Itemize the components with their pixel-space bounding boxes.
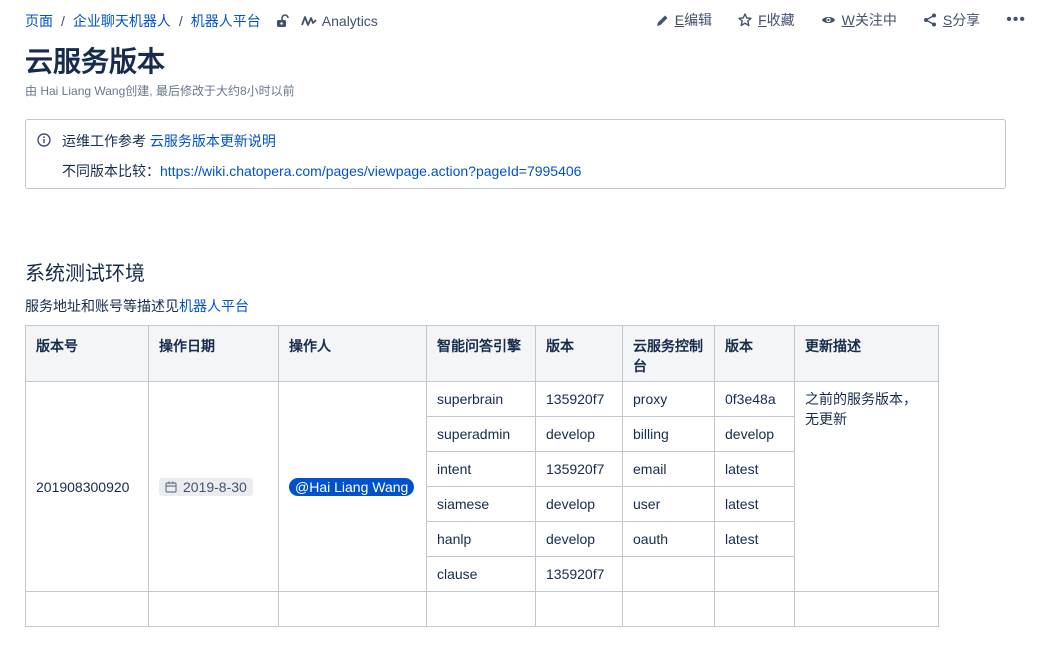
calendar-icon bbox=[165, 481, 177, 493]
console-cell: oauth bbox=[622, 521, 715, 557]
favourite-button[interactable]: F 收藏 bbox=[738, 10, 795, 30]
column-header: 智能问答引擎 bbox=[426, 325, 536, 382]
console-cell: billing bbox=[622, 416, 715, 452]
page-actions: E 编辑 F 收藏 W 关注中 S 分享 ••• bbox=[630, 10, 1026, 30]
engine-cell: clause bbox=[426, 556, 536, 592]
star-icon bbox=[738, 13, 752, 27]
empty-cell bbox=[25, 591, 149, 627]
engine-version-cell: 135920f7 bbox=[535, 451, 623, 487]
console-version-cell: latest bbox=[714, 521, 795, 557]
section-description-text: 服务地址和账号等描述见 bbox=[25, 298, 179, 314]
info-icon bbox=[37, 133, 51, 150]
console-version-cell: develop bbox=[714, 416, 795, 452]
section-heading: 系统测试环境 bbox=[25, 263, 145, 285]
column-header: 云服务控制台 bbox=[622, 325, 715, 382]
column-header: 操作人 bbox=[278, 325, 427, 382]
page-metadata: 由 Hai Liang Wang创建, 最后修改于大约8小时以前 bbox=[25, 84, 295, 98]
info-line-1: 运维工作参考 云服务版本更新说明 bbox=[62, 131, 276, 151]
info-line-2-text: 不同版本比较： bbox=[62, 163, 160, 179]
engine-version-cell: develop bbox=[535, 416, 623, 452]
engine-cell: superbrain bbox=[426, 381, 536, 417]
edit-button[interactable]: E 编辑 bbox=[656, 10, 712, 30]
user-mention[interactable]: @Hai Liang Wang bbox=[289, 477, 415, 496]
unlock-icon[interactable] bbox=[275, 14, 289, 28]
table-header-row: 版本号 操作日期 操作人 智能问答引擎 版本 云服务控制台 版本 更新描述 bbox=[25, 325, 939, 382]
engine-cell: intent bbox=[426, 451, 536, 487]
eye-icon bbox=[821, 17, 835, 23]
info-line-2: 不同版本比较：https://wiki.chatopera.com/pages/… bbox=[62, 161, 581, 181]
engine-version-cell: 135920f7 bbox=[535, 556, 623, 592]
favourite-label: 收藏 bbox=[766, 12, 795, 28]
date-cell: 2019-8-30 bbox=[148, 381, 279, 592]
analytics-link[interactable]: Analytics bbox=[300, 13, 378, 29]
top-bar: 页面 / 企业聊天机器人 / 机器人平台 Analytics E 编辑 F 收藏 W… bbox=[25, 10, 1026, 32]
robot-platform-link[interactable]: 机器人平台 bbox=[179, 298, 249, 314]
analytics-icon bbox=[300, 16, 317, 26]
share-label: 分享 bbox=[952, 12, 981, 28]
analytics-label: Analytics bbox=[321, 13, 378, 29]
share-icon bbox=[923, 13, 936, 27]
empty-cell bbox=[426, 591, 536, 627]
column-header: 版本号 bbox=[25, 325, 149, 382]
column-header: 操作日期 bbox=[148, 325, 279, 382]
empty-cell bbox=[278, 591, 427, 627]
edit-label: 编辑 bbox=[684, 12, 713, 28]
engine-version-cell: 135920f7 bbox=[535, 381, 623, 417]
console-version-cell: latest bbox=[714, 486, 795, 522]
info-line-1-text: 运维工作参考 bbox=[62, 133, 150, 149]
engine-cell: hanlp bbox=[426, 521, 536, 557]
share-shortcut: S bbox=[942, 12, 953, 28]
empty-cell bbox=[714, 591, 795, 627]
console-version-cell: latest bbox=[714, 451, 795, 487]
operator-cell: @Hai Liang Wang bbox=[278, 381, 427, 592]
page-title: 云服务版本 bbox=[25, 46, 166, 77]
watch-label: 关注中 bbox=[854, 12, 897, 28]
breadcrumb-item-space[interactable]: 企业聊天机器人 bbox=[73, 11, 171, 31]
empty-cell bbox=[622, 591, 715, 627]
watch-button[interactable]: W 关注中 bbox=[821, 10, 897, 30]
section-description: 服务地址和账号等描述见机器人平台 bbox=[25, 296, 249, 316]
date-text: 2019-8-30 bbox=[183, 478, 247, 495]
date-lozenge[interactable]: 2019-8-30 bbox=[159, 477, 253, 496]
console-cell: proxy bbox=[622, 381, 715, 417]
empty-cell bbox=[535, 591, 623, 627]
console-version-cell bbox=[714, 556, 795, 592]
compare-versions-link[interactable]: https://wiki.chatopera.com/pages/viewpag… bbox=[160, 163, 581, 179]
pencil-icon bbox=[656, 15, 668, 26]
watch-shortcut: W bbox=[841, 12, 855, 28]
engine-cell: superadmin bbox=[426, 416, 536, 452]
table-row-empty bbox=[25, 591, 939, 627]
column-header: 更新描述 bbox=[794, 325, 939, 382]
version-number-cell: 201908300920 bbox=[25, 381, 149, 592]
console-version-cell: 0f3e48a bbox=[714, 381, 795, 417]
info-panel: 运维工作参考 云服务版本更新说明 不同版本比较：https://wiki.cha… bbox=[25, 119, 1006, 189]
empty-cell bbox=[794, 591, 939, 627]
more-actions-button[interactable]: ••• bbox=[1006, 11, 1026, 29]
column-header: 版本 bbox=[535, 325, 623, 382]
release-notes-link[interactable]: 云服务版本更新说明 bbox=[150, 133, 276, 149]
console-cell bbox=[622, 556, 715, 592]
version-table: 版本号 操作日期 操作人 智能问答引擎 版本 云服务控制台 版本 更新描述 20… bbox=[25, 325, 939, 627]
console-cell: email bbox=[622, 451, 715, 487]
column-header: 版本 bbox=[714, 325, 795, 382]
table-row: 201908300920 2019-8-30 @Hai Liang Wang s… bbox=[25, 381, 939, 592]
breadcrumb-separator: / bbox=[178, 13, 183, 29]
engine-cell: siamese bbox=[426, 486, 536, 522]
breadcrumb-item-pages[interactable]: 页面 bbox=[25, 11, 53, 31]
engine-version-cell: develop bbox=[535, 486, 623, 522]
edit-shortcut: E bbox=[674, 12, 685, 28]
share-button[interactable]: S 分享 bbox=[923, 10, 980, 30]
breadcrumb: 页面 / 企业聊天机器人 / 机器人平台 Analytics bbox=[25, 11, 378, 31]
console-cell: user bbox=[622, 486, 715, 522]
breadcrumb-item-parent[interactable]: 机器人平台 bbox=[191, 11, 261, 31]
favourite-shortcut: F bbox=[758, 12, 767, 28]
empty-cell bbox=[148, 591, 279, 627]
engine-version-cell: develop bbox=[535, 521, 623, 557]
update-description-cell: 之前的服务版本，无更新 bbox=[794, 381, 939, 592]
breadcrumb-separator: / bbox=[61, 13, 65, 29]
